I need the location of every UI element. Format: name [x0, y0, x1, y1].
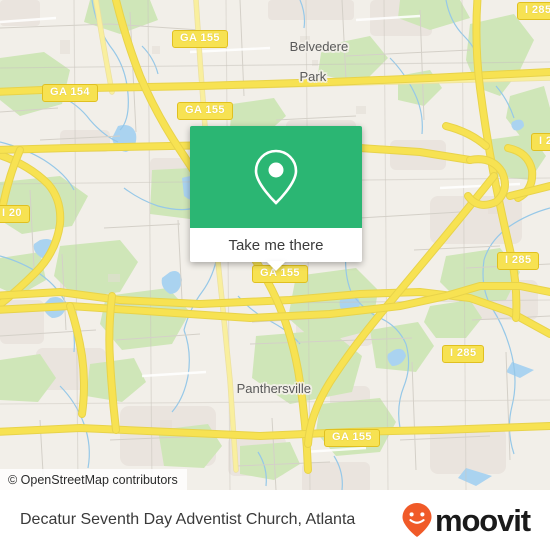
road-shield-i-285-topright[interactable]: I 285 [517, 2, 550, 20]
take-me-there-button[interactable]: Take me there [190, 228, 362, 262]
popup-icon-panel [190, 126, 362, 228]
popup-pointer-tail [266, 261, 286, 271]
take-me-there-label: Take me there [228, 236, 324, 254]
road-shield-ga-155-south[interactable]: GA 155 [324, 429, 380, 447]
moovit-smiley-pin-icon [402, 503, 432, 537]
road-shield-i-285-south[interactable]: I 285 [442, 345, 485, 363]
page-title: Decatur Seventh Day Adventist Church, At… [20, 511, 356, 528]
location-pin-icon [254, 149, 298, 205]
road-shield-i-285-east[interactable]: I 285 [497, 252, 540, 270]
moovit-logo[interactable]: moovit [400, 502, 531, 538]
footer-bar: Decatur Seventh Day Adventist Church, At… [0, 490, 550, 550]
road-shield-ga-155-north[interactable]: GA 155 [172, 30, 228, 48]
osm-attribution-text: © OpenStreetMap contributors [8, 472, 178, 487]
road-shield-ga-155-mid[interactable]: GA 155 [177, 102, 233, 120]
road-shield-i-20-west[interactable]: I 20 [0, 205, 30, 223]
osm-attribution[interactable]: © OpenStreetMap contributors [0, 469, 187, 490]
road-shield-ga-154-west[interactable]: GA 154 [42, 84, 98, 102]
location-popup-card[interactable]: Take me there [190, 126, 362, 271]
map-canvas[interactable]: .land { fill: #f2efe9; } .park { fill: #… [0, 0, 550, 490]
moovit-wordmark: moovit [434, 502, 531, 538]
road-shield-i-285-right[interactable]: I 285 [531, 133, 550, 151]
map-screenshot-root: .land { fill: #f2efe9; } .park { fill: #… [0, 0, 550, 550]
